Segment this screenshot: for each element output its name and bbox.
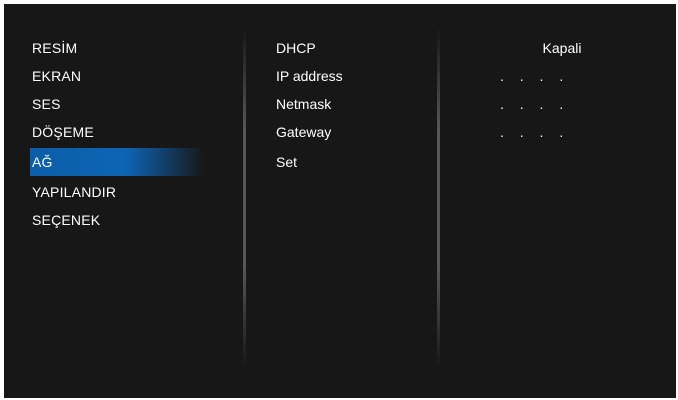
column-divider — [243, 28, 246, 368]
submenu-item-dhcp[interactable]: DHCP — [276, 34, 316, 62]
gateway-value: . . . . — [500, 124, 564, 140]
submenu-item-gateway[interactable]: Gateway — [276, 118, 331, 146]
menu-item-ekran[interactable]: EKRAN — [32, 62, 81, 90]
submenu-item-netmask[interactable]: Netmask — [276, 90, 331, 118]
menu-item-ses[interactable]: SES — [32, 90, 61, 118]
menu-item-secenek[interactable]: SEÇENEK — [32, 206, 100, 234]
submenu-item-set[interactable]: Set — [276, 148, 297, 176]
menu-item-yapilandir[interactable]: YAPILANDIR — [32, 178, 116, 206]
netmask-value: . . . . — [500, 96, 564, 112]
osd-screen: RESİM EKRAN SES DÖŞEME AĞ YAPILANDIR SEÇ… — [4, 4, 676, 398]
dhcp-value: Kapali — [542, 40, 582, 56]
menu-item-ag[interactable]: AĞ — [30, 148, 204, 176]
menu-item-resim[interactable]: RESİM — [32, 34, 77, 62]
main-menu: RESİM EKRAN SES DÖŞEME AĞ YAPILANDIR SEÇ… — [4, 4, 244, 398]
ip-address-value: . . . . — [500, 68, 564, 84]
menu-item-doseme[interactable]: DÖŞEME — [32, 118, 94, 146]
value-panel: Kapali . . . . . . . . . . . . — [444, 4, 676, 398]
column-divider — [437, 28, 440, 368]
submenu-item-ip-address[interactable]: IP address — [276, 62, 343, 90]
network-submenu: DHCP IP address Netmask Gateway Set — [248, 4, 440, 398]
